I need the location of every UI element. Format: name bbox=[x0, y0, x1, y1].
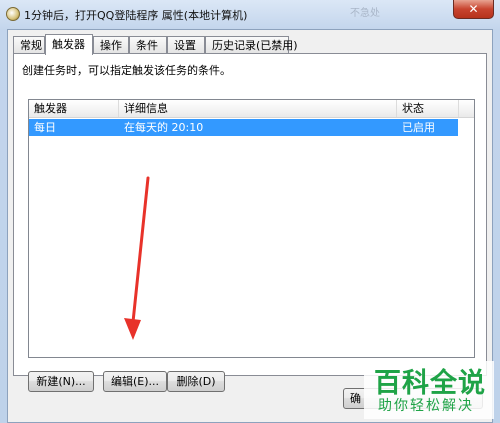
column-header-details[interactable]: 详细信息 bbox=[119, 100, 397, 117]
watermark-logo: 百科全说 助你轻松解决 bbox=[364, 361, 494, 419]
tab-triggers[interactable]: 触发器 bbox=[45, 34, 93, 55]
close-icon: ✕ bbox=[468, 2, 479, 16]
triggers-list-header: 触发器 详细信息 状态 bbox=[29, 100, 474, 118]
tab-settings[interactable]: 设置 bbox=[167, 36, 205, 53]
triggers-tab-panel: 创建任务时，可以指定触发该任务的条件。 触发器 详细信息 状态 每日 在每天的 … bbox=[13, 53, 487, 392]
tab-actions[interactable]: 操作 bbox=[93, 36, 129, 53]
watermark-sub-text: 助你轻松解决 bbox=[378, 398, 474, 414]
delete-button[interactable]: 删除(D) bbox=[167, 371, 225, 392]
task-clock-icon bbox=[6, 7, 20, 21]
cell-status: 已启用 bbox=[402, 121, 435, 134]
properties-window: 1分钟后，打开QQ登陆程序 属性(本地计算机) 不急处 ✕ 常规 触发器 操作 … bbox=[0, 0, 500, 423]
panel-description: 创建任务时，可以指定触发该任务的条件。 bbox=[22, 64, 231, 77]
new-button[interactable]: 新建(N)... bbox=[28, 371, 94, 392]
window-title: 1分钟后，打开QQ登陆程序 属性(本地计算机) bbox=[24, 9, 248, 22]
tab-conditions[interactable]: 条件 bbox=[129, 36, 167, 53]
column-header-status[interactable]: 状态 bbox=[397, 100, 459, 117]
cell-trigger: 每日 bbox=[34, 121, 56, 134]
cell-details: 在每天的 20:10 bbox=[124, 121, 204, 134]
triggers-list[interactable]: 触发器 详细信息 状态 每日 在每天的 20:10 已启用 bbox=[28, 99, 475, 358]
table-row-selected[interactable]: 每日 在每天的 20:10 已启用 bbox=[29, 119, 458, 136]
edit-button[interactable]: 编辑(E)... bbox=[103, 371, 167, 392]
title-bar[interactable]: 1分钟后，打开QQ登陆程序 属性(本地计算机) 不急处 ✕ bbox=[0, 0, 500, 28]
tab-history[interactable]: 历史记录(已禁用) bbox=[205, 36, 298, 53]
column-header-trigger[interactable]: 触发器 bbox=[29, 100, 119, 117]
background-faint-text: 不急处 bbox=[350, 8, 380, 19]
tab-general[interactable]: 常规 bbox=[13, 36, 45, 53]
close-button[interactable]: ✕ bbox=[453, 0, 494, 19]
